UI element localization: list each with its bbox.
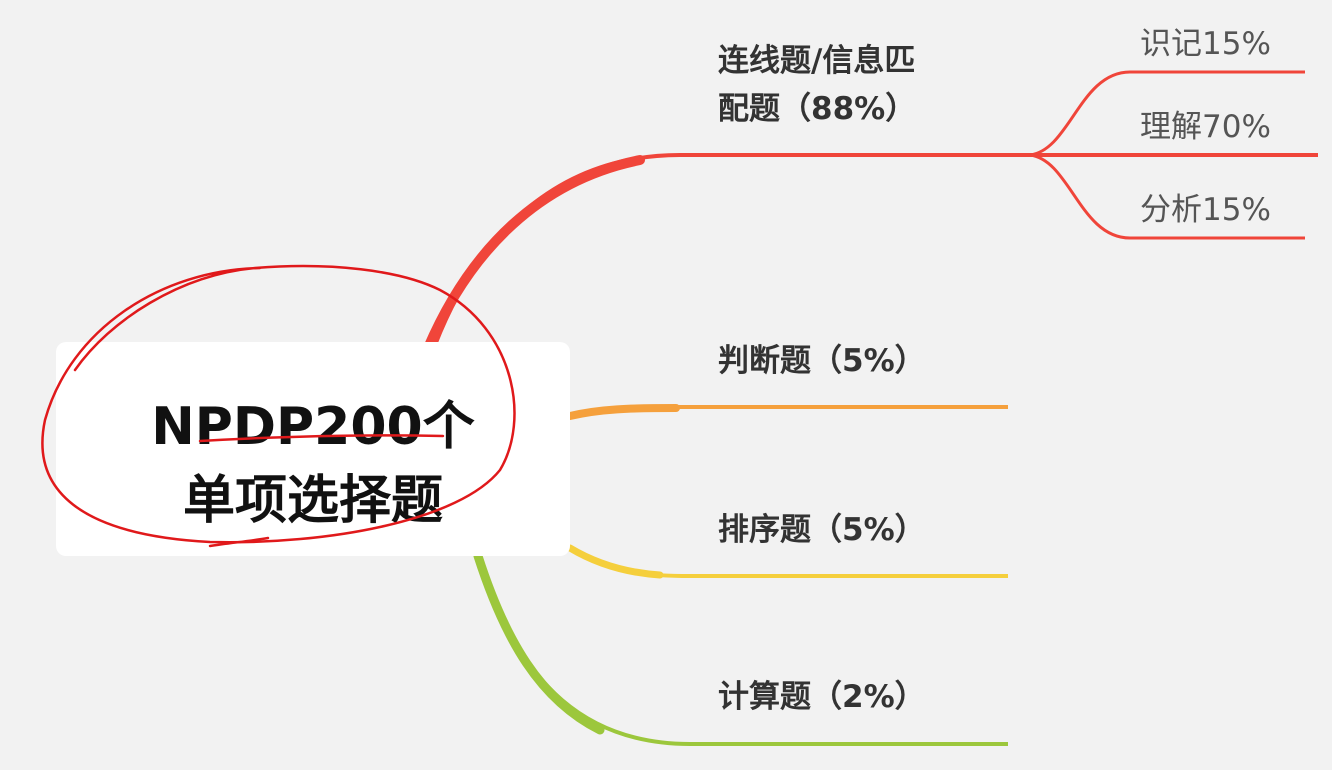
connector-branch-2-thick [566,404,680,420]
connector-branch-1-thick [423,155,645,353]
connector-branch-3-thick [566,544,664,579]
leaf-2-label[interactable]: 理解70% [1140,101,1271,146]
root-title-line1: NPDP200个 [151,397,475,457]
leaf-3-label[interactable]: 分析15% [1140,184,1271,229]
branch-1-label-line1[interactable]: 连线题/信息匹 [718,38,915,84]
connector-branch-4-thick [473,551,605,735]
branch-2-label[interactable]: 判断题（5%） [718,338,926,384]
leaf-1-label[interactable]: 识记15% [1140,18,1271,63]
branch-1-label-line2[interactable]: 配题（88%） [718,86,916,132]
root-title-line2: 单项选择题 [182,471,443,531]
branch-4-label[interactable]: 计算题（2%） [718,674,926,720]
branch-3-label[interactable]: 排序题（5%） [718,507,926,553]
